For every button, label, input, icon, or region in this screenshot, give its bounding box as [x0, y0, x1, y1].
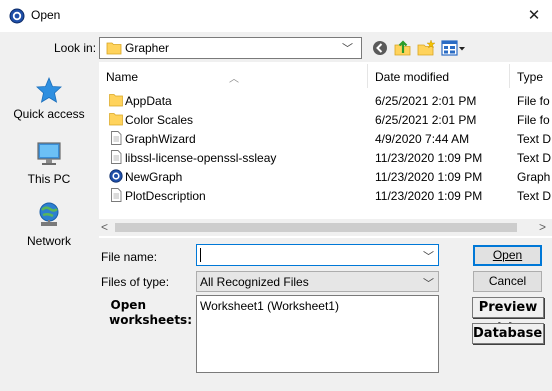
file-date: 4/9/2020 7:44 AM: [375, 132, 470, 146]
file-name: Color Scales: [125, 113, 194, 127]
open-button[interactable]: Open: [473, 245, 542, 266]
file-date: 11/23/2020 1:09 PM: [375, 170, 483, 184]
column-header-date[interactable]: Date modified: [375, 70, 449, 84]
look-in-value: Grapher: [125, 41, 170, 55]
cancel-button-label: Cancel: [488, 274, 527, 288]
file-type-dropdown[interactable]: All Recognized Files ﹀: [196, 271, 439, 292]
open-worksheets-label-line1: Open: [110, 298, 146, 312]
open-dialog: Open ✕ Look in: Grapher ﹀ Quick access T…: [0, 0, 552, 391]
file-row[interactable]: PlotDescription 11/23/2020 1:09 PM Text …: [99, 186, 552, 205]
up-folder-icon[interactable]: [393, 38, 413, 58]
new-folder-icon[interactable]: [416, 38, 436, 58]
file-name: NewGraph: [125, 170, 183, 184]
text-document-icon: [111, 131, 122, 145]
file-name-label: File name:: [101, 250, 158, 264]
grapher-app-icon: [9, 8, 25, 24]
file-name: AppData: [125, 94, 172, 108]
database-button-label: Database...: [473, 326, 543, 341]
places-sidebar: Quick access This PC Network: [0, 62, 98, 248]
text-document-icon: [111, 188, 122, 202]
scroll-right-icon[interactable]: >: [539, 220, 546, 234]
column-headers: ︿ Name Date modified Type: [99, 62, 552, 90]
computer-icon: [37, 142, 61, 165]
folder-icon: [109, 94, 123, 107]
text-cursor: [200, 248, 201, 262]
preview-button[interactable]: Preview >>: [472, 297, 544, 334]
sort-up-icon: ︿: [229, 74, 239, 85]
look-in-label: Look in:: [54, 41, 97, 55]
scroll-left-icon[interactable]: <: [101, 220, 108, 234]
file-type: Text D: [517, 151, 552, 165]
file-date: 6/25/2021 2:01 PM: [375, 94, 477, 108]
back-icon[interactable]: [370, 38, 390, 58]
open-button-label: Open: [492, 248, 523, 262]
place-this-pc[interactable]: This PC: [0, 138, 98, 188]
view-menu-icon[interactable]: [440, 38, 466, 58]
file-row[interactable]: NewGraph 11/23/2020 1:09 PM Graph: [99, 167, 552, 186]
chevron-down-icon: ﹀: [423, 278, 434, 290]
file-name: GraphWizard: [125, 132, 196, 146]
place-quick-access[interactable]: Quick access: [0, 74, 98, 124]
title-bar: Open ✕: [0, 0, 552, 32]
network-icon: [39, 202, 59, 226]
file-list[interactable]: ︿ Name Date modified Type AppData 6/25/2…: [99, 62, 552, 238]
file-type: Text D: [517, 132, 552, 146]
file-name-input[interactable]: ﹀: [196, 244, 439, 266]
horizontal-scrollbar[interactable]: < >: [99, 219, 552, 236]
file-date: 11/23/2020 1:09 PM: [375, 151, 483, 165]
file-type-label: Files of type:: [101, 275, 170, 289]
file-type-value: All Recognized Files: [200, 275, 309, 289]
grapher-file-icon: [109, 169, 123, 183]
column-header-type[interactable]: Type: [517, 70, 543, 84]
text-document-icon: [111, 150, 122, 164]
star-icon: [36, 76, 62, 103]
window-title: Open: [31, 8, 61, 22]
column-divider[interactable]: [367, 64, 368, 88]
place-label: Network: [26, 234, 71, 248]
place-label: This PC: [27, 172, 71, 186]
close-icon: ✕: [527, 7, 541, 24]
file-row[interactable]: GraphWizard 4/9/2020 7:44 AM Text D: [99, 129, 552, 148]
worksheet-item[interactable]: Worksheet1 (Worksheet1): [200, 299, 339, 313]
file-row[interactable]: libssl-license-openssl-ssleay 11/23/2020…: [99, 148, 552, 167]
file-date: 11/23/2020 1:09 PM: [375, 189, 483, 203]
file-name: libssl-license-openssl-ssleay: [125, 151, 277, 165]
chevron-down-icon: ﹀: [342, 43, 353, 55]
scrollbar-thumb[interactable]: [115, 223, 517, 232]
open-worksheets-label-line2: worksheets:: [109, 313, 192, 327]
file-date: 6/25/2021 2:01 PM: [375, 113, 477, 127]
column-header-name[interactable]: Name: [106, 70, 138, 84]
folder-icon: [106, 42, 122, 55]
file-type: Graph: [517, 170, 551, 184]
file-type: File fo: [517, 113, 550, 127]
close-button[interactable]: ✕: [520, 3, 548, 29]
place-network[interactable]: Network: [0, 200, 98, 250]
file-type: Text D: [517, 189, 552, 203]
file-row[interactable]: Color Scales 6/25/2021 2:01 PM File fo: [99, 110, 552, 129]
look-in-dropdown[interactable]: Grapher ﹀: [99, 37, 362, 59]
file-row[interactable]: AppData 6/25/2021 2:01 PM File fo: [99, 91, 552, 110]
folder-icon: [109, 113, 123, 126]
chevron-down-icon[interactable]: ﹀: [423, 248, 434, 264]
cancel-button[interactable]: Cancel: [473, 271, 542, 292]
database-button[interactable]: Database...: [472, 323, 544, 344]
place-label: Quick access: [13, 107, 85, 121]
file-type: File fo: [517, 94, 550, 108]
file-name: PlotDescription: [125, 189, 206, 203]
column-divider[interactable]: [509, 64, 510, 88]
open-worksheets-list[interactable]: Worksheet1 (Worksheet1): [196, 295, 439, 373]
